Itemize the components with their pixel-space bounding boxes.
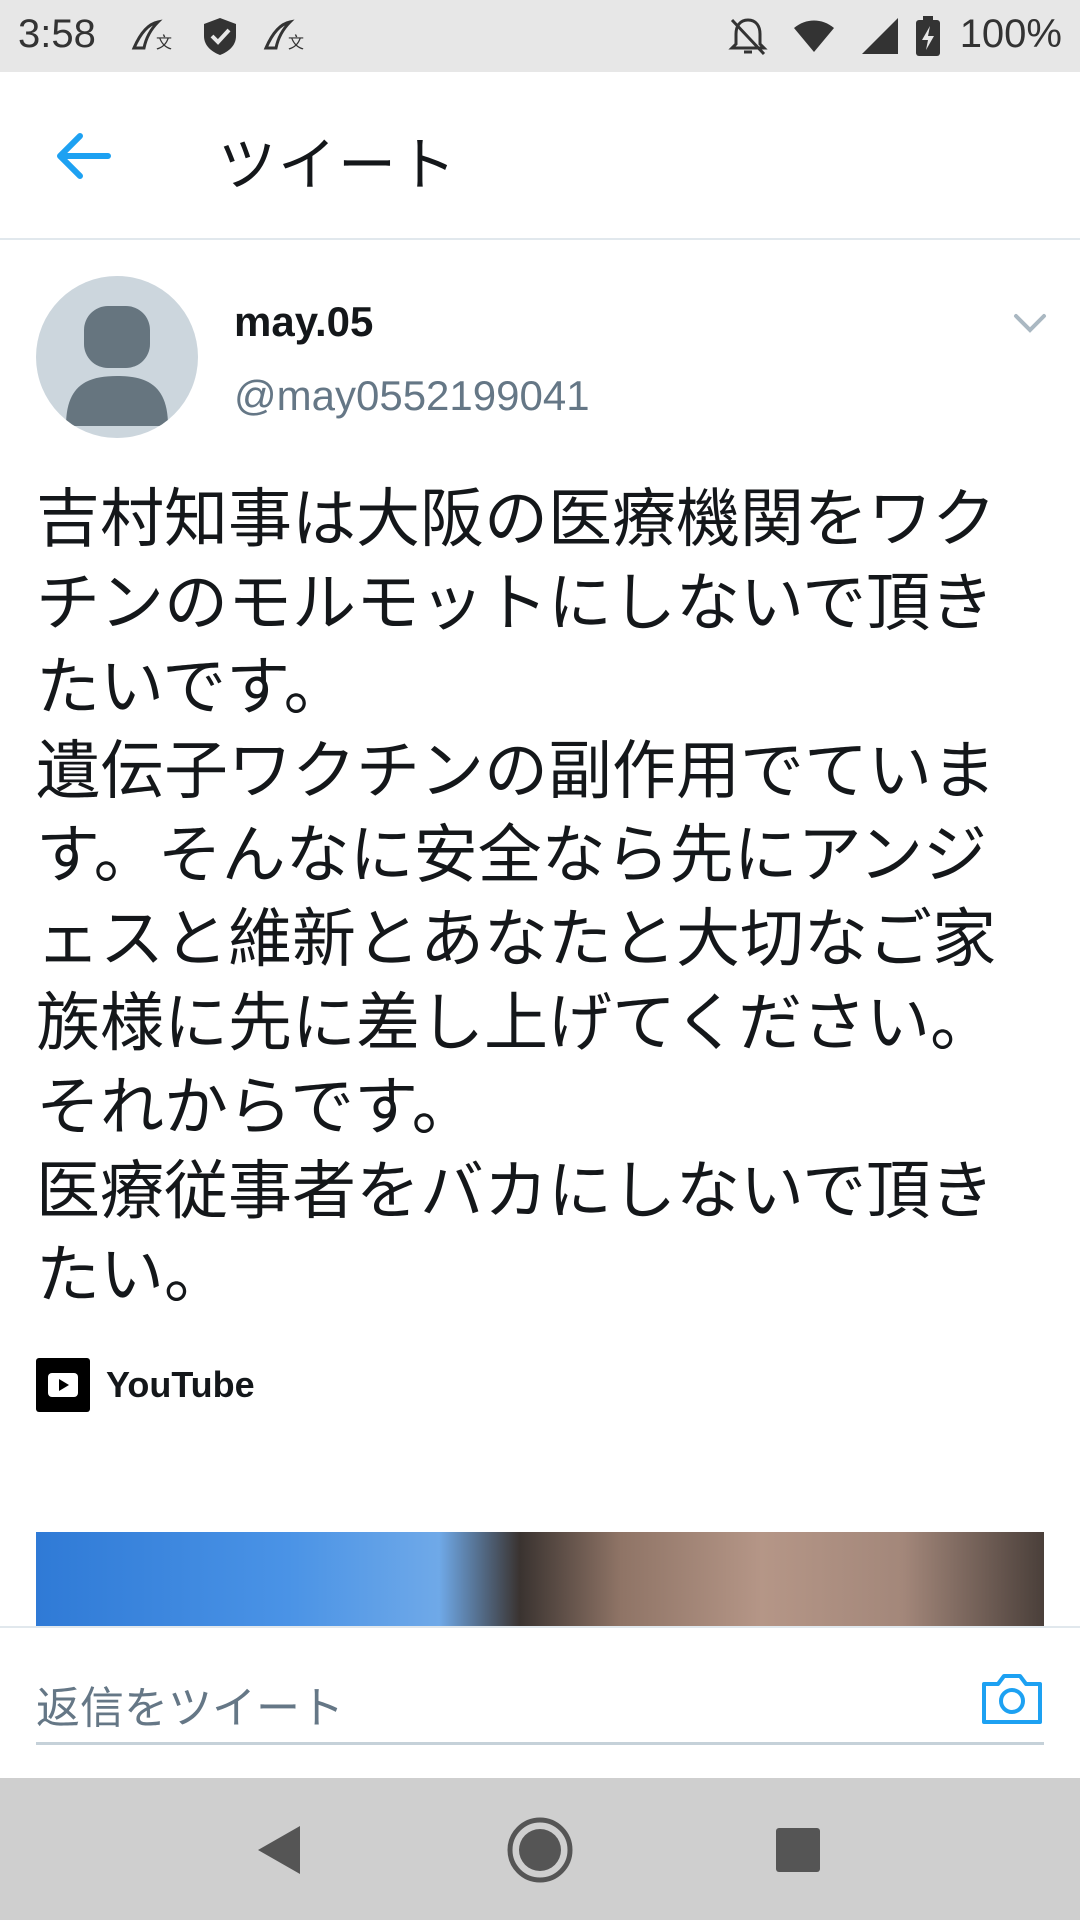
avatar[interactable] xyxy=(36,276,198,438)
page-title: ツイート xyxy=(218,131,459,199)
reply-input[interactable]: 返信をツイート xyxy=(36,1662,1044,1745)
svg-text:文: 文 xyxy=(288,33,304,52)
notifications-off-icon xyxy=(728,18,768,56)
app-notification-icon: 文 xyxy=(263,19,304,52)
user-name[interactable]: may.05 xyxy=(234,298,373,346)
default-avatar-icon xyxy=(66,306,168,426)
camera-icon[interactable] xyxy=(980,1670,1044,1726)
app-notification-icon: 文 xyxy=(131,19,172,52)
video-thumbnail[interactable] xyxy=(36,1532,1044,1628)
battery-charging-icon xyxy=(916,16,940,56)
system-nav-bar xyxy=(0,1778,1080,1920)
nav-home-icon[interactable] xyxy=(504,1814,576,1886)
battery-percent: 100% xyxy=(959,12,1062,56)
app-header: ツイート xyxy=(0,72,1080,240)
reply-composer: 返信をツイート xyxy=(0,1626,1080,1778)
chevron-down-icon[interactable] xyxy=(1010,302,1050,342)
tweet-text: 吉村知事は大阪の医療機関をワク チンのモルモットにしないで頂き たいです。 遺伝… xyxy=(36,483,996,1313)
user-handle[interactable]: @may0552199041 xyxy=(234,372,590,420)
status-time: 3:58 xyxy=(18,12,96,56)
nav-recents-icon[interactable] xyxy=(762,1814,834,1886)
svg-text:文: 文 xyxy=(156,33,172,52)
youtube-icon xyxy=(36,1358,90,1412)
nav-back-icon[interactable] xyxy=(244,1814,316,1886)
shield-icon xyxy=(204,18,236,55)
reply-placeholder: 返信をツイート xyxy=(36,1683,344,1734)
cell-signal-icon xyxy=(862,18,898,54)
card-source-label: YouTube xyxy=(106,1364,255,1405)
status-bar: 3:58 文 文 100% xyxy=(0,0,1080,72)
arrow-left-icon[interactable] xyxy=(52,124,116,188)
wifi-icon xyxy=(794,20,834,52)
